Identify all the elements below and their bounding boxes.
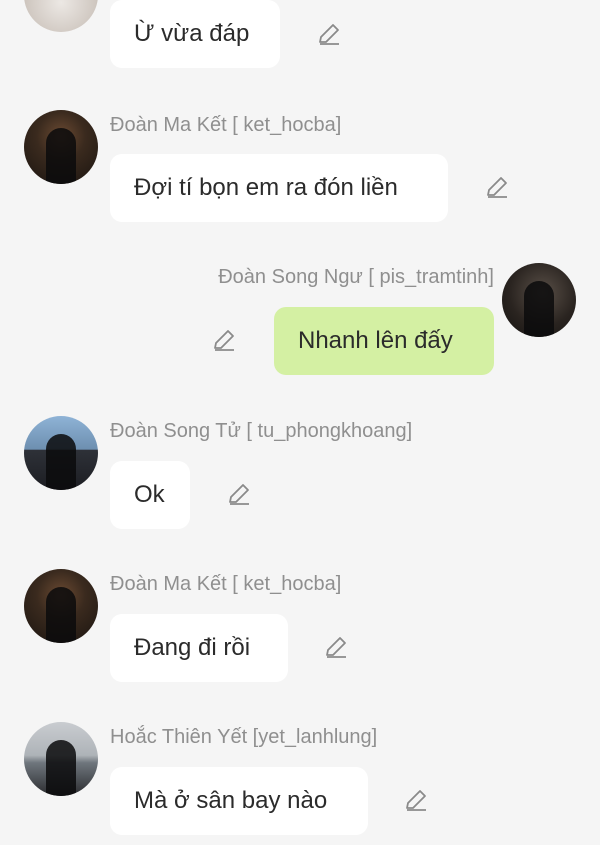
pencil-edit-icon[interactable] bbox=[484, 175, 510, 201]
message-text: Đang đi rồi bbox=[134, 634, 251, 661]
message-text: Ok bbox=[134, 481, 165, 508]
message-text: Mà ở sân bay nào bbox=[134, 787, 328, 814]
message-bubble[interactable]: Mà ở sân bay nào bbox=[110, 767, 368, 835]
message-bubble[interactable]: Đang đi rồi bbox=[110, 614, 288, 682]
message-bubble[interactable]: Nhanh lên đấy bbox=[274, 307, 494, 375]
pencil-edit-icon[interactable] bbox=[226, 482, 252, 508]
chat-thread: Ừ vừa đáp Đoàn Ma Kết [ ket_hocba] Đợi t… bbox=[0, 0, 600, 845]
avatar[interactable] bbox=[502, 263, 576, 337]
message-text: Nhanh lên đấy bbox=[298, 327, 453, 354]
message-text: Đợi tí bọn em ra đón liền bbox=[134, 174, 398, 201]
sender-name: Đoàn Song Ngư [ pis_tramtinh] bbox=[218, 266, 494, 288]
pencil-edit-icon[interactable] bbox=[211, 328, 237, 354]
avatar[interactable] bbox=[24, 416, 98, 490]
avatar[interactable] bbox=[24, 722, 98, 796]
avatar[interactable] bbox=[24, 0, 98, 32]
message-bubble[interactable]: Ừ vừa đáp bbox=[110, 0, 280, 68]
avatar[interactable] bbox=[24, 110, 98, 184]
avatar[interactable] bbox=[24, 569, 98, 643]
pencil-edit-icon[interactable] bbox=[403, 788, 429, 814]
message-bubble[interactable]: Đợi tí bọn em ra đón liền bbox=[110, 154, 448, 222]
pencil-edit-icon[interactable] bbox=[316, 22, 342, 48]
sender-name: Đoàn Ma Kết [ ket_hocba] bbox=[110, 114, 342, 136]
sender-name: Hoắc Thiên Yết [yet_lanhlung] bbox=[110, 726, 378, 748]
sender-name: Đoàn Ma Kết [ ket_hocba] bbox=[110, 573, 342, 595]
message-text: Ừ vừa đáp bbox=[134, 20, 250, 47]
message-bubble[interactable]: Ok bbox=[110, 461, 190, 529]
sender-name: Đoàn Song Tử [ tu_phongkhoang] bbox=[110, 420, 413, 442]
pencil-edit-icon[interactable] bbox=[323, 635, 349, 661]
